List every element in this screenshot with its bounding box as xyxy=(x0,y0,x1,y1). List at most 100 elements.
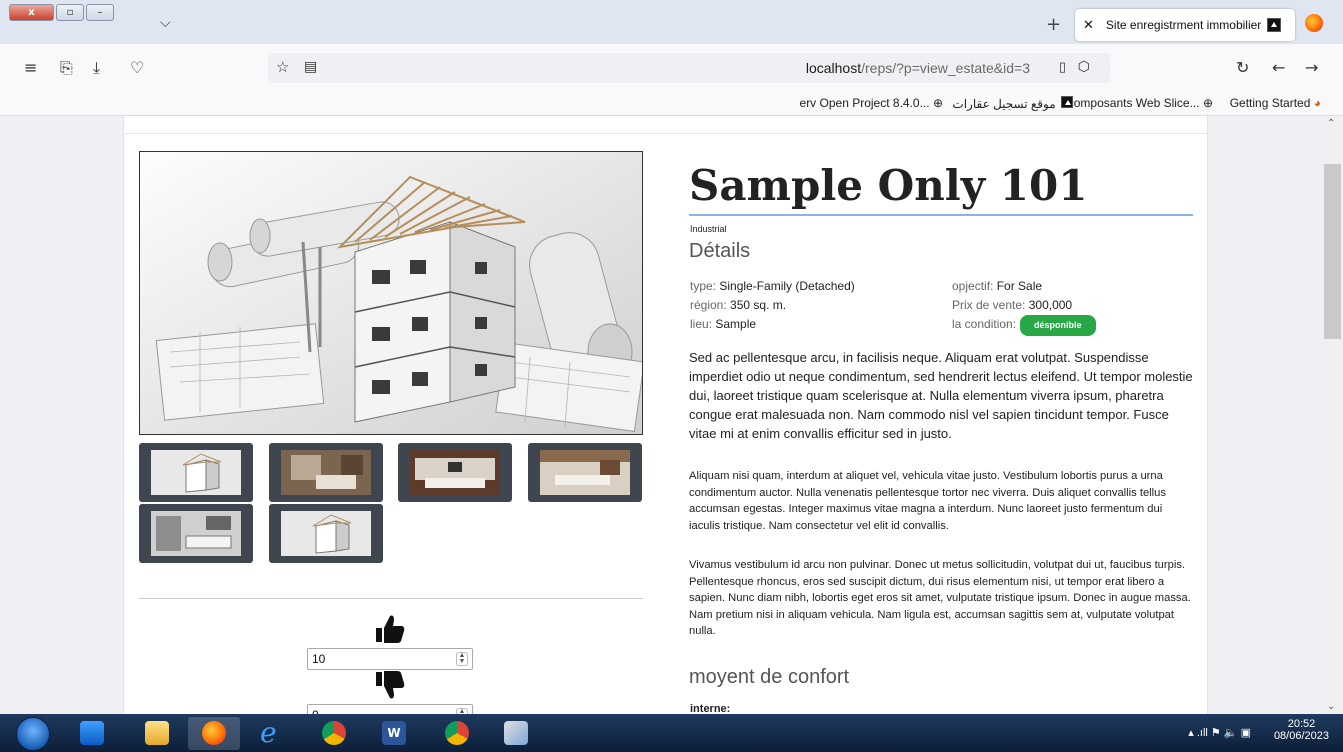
type-label: type: xyxy=(690,279,717,293)
price-label: Prix de vente: xyxy=(952,298,1026,312)
thumbs-up-icon[interactable] xyxy=(374,612,406,644)
lieu-label: lieu: xyxy=(690,317,713,331)
menu-icon[interactable]: ≡ xyxy=(24,58,37,77)
taskbar-app-ie[interactable]: e xyxy=(246,717,298,750)
shield-icon[interactable]: ⬡ xyxy=(1078,58,1090,75)
card-header-strip xyxy=(124,116,1207,134)
bookmark-arabic-site[interactable]: موقع تسجيل عقارات xyxy=(952,96,1073,111)
url-bar[interactable]: ☆ ▤ localhost/reps/?p=view_estate&id=3 ▯… xyxy=(268,53,1110,83)
tab-close-icon[interactable]: ✕ xyxy=(1083,17,1094,33)
taskbar-app-firefox[interactable] xyxy=(188,717,240,750)
taskbar-app-explorer[interactable] xyxy=(131,717,183,750)
clock[interactable]: 20:52 08/06/2023 xyxy=(1274,718,1329,742)
bookmark-label: erv Open Project 8.4.0... xyxy=(799,96,930,110)
bookmarks-bar: Getting Started ◕ composants Web Slice..… xyxy=(0,92,1343,116)
bookmark-open-project[interactable]: erv Open Project 8.4.0... ⊕ xyxy=(800,96,943,110)
type-value: Single-Family (Detached) xyxy=(719,279,855,293)
dislikes-count-input[interactable]: 0▲▼ xyxy=(307,704,473,714)
details-left: type: Single-Family (Detached) région: 3… xyxy=(690,277,855,334)
site-favicon-icon xyxy=(1267,18,1282,32)
tab-active[interactable]: ✕ Site enregistrment immobilier xyxy=(1075,9,1295,41)
extensions-icon[interactable]: ⎘ xyxy=(60,58,73,78)
tab-list-chevron-icon[interactable]: ⌵ xyxy=(160,15,171,31)
house-construction-illustration xyxy=(140,152,642,434)
status-badge: désponible xyxy=(1020,315,1096,336)
downloads-icon[interactable]: ⤓ xyxy=(93,58,100,78)
taskbar-app-media[interactable] xyxy=(66,717,118,750)
globe-icon: ⊕ xyxy=(932,96,943,110)
thumbnail-dining-room[interactable] xyxy=(528,443,642,502)
taskbar-app-chrome-2[interactable] xyxy=(431,717,483,750)
taskbar-app-paint[interactable] xyxy=(490,717,542,750)
new-tab-button[interactable]: + xyxy=(1046,14,1061,35)
kitchen-thumbnail xyxy=(151,511,241,556)
page-info-icon[interactable]: ▯ xyxy=(1059,59,1066,75)
firefox-icon xyxy=(202,721,226,745)
thumbs-down-icon[interactable] xyxy=(374,670,406,702)
scroll-up-icon[interactable]: ⌃ xyxy=(1327,118,1335,129)
amenities-heading: moyent de confort xyxy=(689,666,850,688)
description-paragraph-1: Sed ac pellentesque arcu, in facilisis n… xyxy=(689,350,1193,441)
window-controls: x ▫ – xyxy=(9,4,116,21)
bookmark-getting-started[interactable]: Getting Started ◕ xyxy=(1230,96,1321,110)
dining-room-thumbnail xyxy=(540,450,630,495)
url-text[interactable]: localhost/reps/?p=view_estate&id=3 xyxy=(806,60,1030,76)
bedroom-thumbnail xyxy=(281,450,371,495)
globe-icon: ⊕ xyxy=(1202,96,1213,110)
scrollbar-thumb[interactable] xyxy=(1324,164,1341,339)
description-paragraph-3: Vivamus vestibulum id arcu non pulvinar.… xyxy=(689,559,1191,637)
vertical-scrollbar[interactable]: ⌃ ⌄ xyxy=(1322,116,1343,714)
chrome-icon xyxy=(445,721,469,745)
bookmark-web-slice[interactable]: composants Web Slice... ⊕ xyxy=(1068,96,1213,110)
url-path: /reps/?p=view_estate&id=3 xyxy=(861,60,1030,76)
interior-label: interne: xyxy=(690,703,731,714)
thumbnail-house[interactable] xyxy=(139,443,253,502)
property-card: 10 ▲▼ 0▲▼ Sample Only 101 Industrial Déta… xyxy=(123,116,1208,714)
windows-taskbar: e W ▴ .ıll ⚑ 🔈 ▣ 20:52 08/06/2023 xyxy=(0,714,1343,752)
media-player-icon xyxy=(80,721,104,745)
likes-count-input[interactable]: 10 ▲ ▼ xyxy=(307,648,473,670)
details-heading: Détails xyxy=(689,240,751,262)
thumbnail-kitchen[interactable] xyxy=(139,504,253,563)
thumbnail-house-2[interactable] xyxy=(269,504,383,563)
bookmark-label: composants Web Slice... xyxy=(1067,96,1200,110)
lieu-row: lieu: Sample xyxy=(690,315,855,334)
page-viewport: 10 ▲▼ 0▲▼ Sample Only 101 Industrial Déta… xyxy=(0,116,1322,714)
thumbnail-bedroom[interactable] xyxy=(269,443,383,502)
price-value: 300,000 xyxy=(1028,298,1073,312)
bookmark-star-icon[interactable]: ☆ xyxy=(276,58,289,76)
reload-icon[interactable]: ↻ xyxy=(1236,58,1249,77)
site-favicon-icon xyxy=(1061,96,1073,108)
thumbnail-living-room[interactable] xyxy=(398,443,512,502)
folder-icon xyxy=(145,721,169,745)
condition-label: la condition: xyxy=(952,317,1017,331)
word-icon: W xyxy=(382,721,406,745)
system-tray-icons[interactable]: ▴ .ıll ⚑ 🔈 ▣ xyxy=(1188,726,1251,739)
taskbar-app-chrome[interactable] xyxy=(308,717,360,750)
navigation-toolbar: ≡ ⎘ ⤓ ♡ ☆ ▤ localhost/reps/?p=view_estat… xyxy=(0,44,1343,92)
scroll-down-icon[interactable]: ⌄ xyxy=(1327,701,1335,712)
taskbar-app-word[interactable]: W xyxy=(368,717,420,750)
clock-time: 20:52 xyxy=(1287,718,1316,730)
reader-view-icon[interactable]: ▤ xyxy=(304,58,317,75)
start-button[interactable] xyxy=(16,717,50,751)
window-close-button[interactable]: x xyxy=(9,4,54,21)
stepper-icon[interactable]: ▲▼ xyxy=(456,652,468,666)
back-arrow-icon[interactable]: ← xyxy=(1272,58,1285,77)
objective-row: opjectif: For Sale xyxy=(952,277,1096,296)
objective-label: opjectif: xyxy=(952,279,994,293)
main-property-image[interactable] xyxy=(139,151,643,435)
pocket-icon[interactable]: ♡ xyxy=(130,58,144,77)
likes-value: 10 xyxy=(312,652,326,666)
details-right: opjectif: For Sale Prix de vente: 300,00… xyxy=(952,277,1096,336)
window-restore-button[interactable]: ▫ xyxy=(56,4,84,21)
region-value: 350 sq. m. xyxy=(730,298,787,312)
house-construction-thumbnail xyxy=(151,450,241,495)
price-row: Prix de vente: 300,000 xyxy=(952,296,1096,315)
condition-row: la condition: désponible xyxy=(952,315,1096,336)
firefox-logo-icon[interactable] xyxy=(1305,14,1323,32)
window-minimize-button[interactable]: – xyxy=(86,4,114,21)
forward-arrow-icon[interactable]: → xyxy=(1305,58,1318,77)
divider xyxy=(139,598,643,599)
bookmark-label: موقع تسجيل عقارات xyxy=(952,97,1056,111)
